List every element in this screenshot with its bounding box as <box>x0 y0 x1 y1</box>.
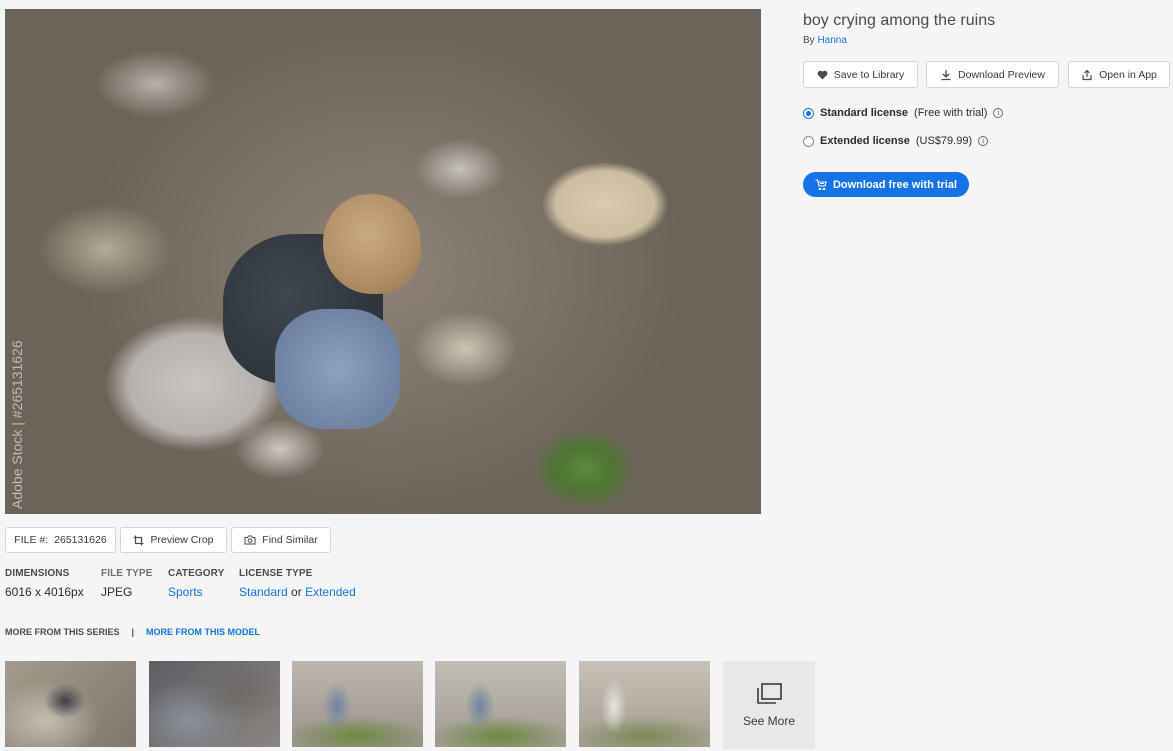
license-extended-link[interactable]: Extended <box>305 585 356 599</box>
stack-icon <box>757 682 782 704</box>
tab-more-from-series[interactable]: MORE FROM THIS SERIES <box>5 627 120 637</box>
info-icon[interactable]: i <box>978 136 989 146</box>
image-subject-head <box>323 194 421 294</box>
download-icon <box>941 69 951 80</box>
download-free-trial-button[interactable]: Download free with trial <box>803 172 969 197</box>
dimensions-label: DIMENSIONS <box>5 568 70 579</box>
standard-license-radio[interactable] <box>803 107 814 119</box>
license-type-label: LICENSE TYPE <box>239 568 313 579</box>
download-free-trial-label: Download free with trial <box>832 178 958 191</box>
file-number-prefix: FILE #: <box>14 534 49 546</box>
series-thumbnail[interactable] <box>435 661 566 747</box>
file-type-value: JPEG <box>101 585 133 599</box>
series-thumbnail[interactable] <box>5 661 136 747</box>
standard-license-label: Standard license <box>820 107 909 119</box>
tab-more-from-model[interactable]: MORE FROM THIS MODEL <box>146 627 260 637</box>
image-subject-legs <box>275 309 400 429</box>
standard-license-option[interactable]: Standard license (Free with trial) i <box>803 107 1004 119</box>
save-to-library-label: Save to Library <box>833 68 905 81</box>
crop-icon <box>133 535 144 545</box>
main-image[interactable]: Adobe Stock | #265131626 <box>5 9 761 514</box>
camera-icon <box>244 535 256 545</box>
share-out-icon <box>1082 69 1092 80</box>
file-type-label: FILE TYPE <box>101 568 153 579</box>
asset-title: boy crying among the ruins <box>803 12 996 29</box>
download-preview-label: Download Preview <box>958 68 1045 81</box>
author-link[interactable]: Hanna <box>817 35 846 46</box>
byline: By Hanna <box>803 35 847 46</box>
license-type-value: Standard or Extended <box>239 585 356 599</box>
download-preview-button[interactable]: Download Preview <box>926 61 1059 88</box>
standard-license-note: (Free with trial) <box>914 107 988 119</box>
find-similar-button[interactable]: Find Similar <box>231 527 331 553</box>
preview-crop-label: Preview Crop <box>150 534 214 546</box>
extended-license-option[interactable]: Extended license (US$79.99) i <box>803 135 989 147</box>
watermark: Adobe Stock | #265131626 <box>9 340 25 509</box>
series-tabs: MORE FROM THIS SERIES | MORE FROM THIS M… <box>5 627 260 637</box>
file-number-value: 265131626 <box>54 534 107 546</box>
open-in-app-button[interactable]: Open in App <box>1068 61 1170 88</box>
byline-prefix: By <box>803 35 815 46</box>
open-in-app-label: Open in App <box>1099 68 1157 81</box>
see-more-button[interactable]: See More <box>723 661 815 749</box>
info-icon[interactable]: i <box>993 108 1004 118</box>
extended-license-label: Extended license <box>820 135 910 147</box>
license-or-text: or <box>291 585 302 599</box>
find-similar-label: Find Similar <box>262 534 318 546</box>
save-to-library-button[interactable]: Save to Library <box>803 61 918 88</box>
see-more-label: See More <box>742 713 796 728</box>
category-value: Sports <box>168 585 203 599</box>
extended-license-radio[interactable] <box>803 135 814 147</box>
heart-icon <box>817 70 828 80</box>
category-link[interactable]: Sports <box>168 585 203 599</box>
category-label: CATEGORY <box>168 568 225 579</box>
series-thumbnail[interactable] <box>579 661 710 747</box>
extended-license-note: (US$79.99) <box>915 135 973 147</box>
dimensions-value: 6016 x 4016px <box>5 585 84 599</box>
cart-icon <box>815 179 827 190</box>
preview-crop-button[interactable]: Preview Crop <box>120 527 227 553</box>
series-thumbnail[interactable] <box>292 661 423 747</box>
license-standard-link[interactable]: Standard <box>239 585 288 599</box>
tab-separator: | <box>131 627 135 637</box>
file-number-chip: FILE #: 265131626 <box>5 527 116 553</box>
series-thumbnail[interactable] <box>149 661 280 747</box>
